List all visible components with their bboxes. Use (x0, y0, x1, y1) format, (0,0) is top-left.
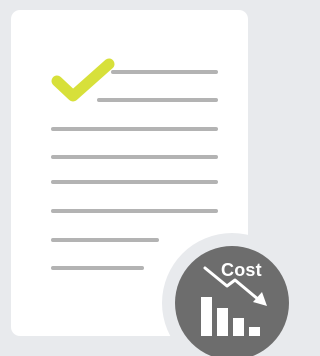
badge-label: Cost (221, 260, 262, 280)
text-line (51, 180, 218, 184)
text-line (51, 238, 159, 242)
illustration: Cost (0, 0, 302, 356)
text-line (51, 127, 218, 131)
text-line (111, 70, 218, 74)
text-line (97, 98, 218, 102)
text-line (51, 266, 144, 270)
text-line (51, 155, 218, 159)
cost-badge: Cost (175, 246, 289, 356)
text-line (51, 209, 218, 213)
